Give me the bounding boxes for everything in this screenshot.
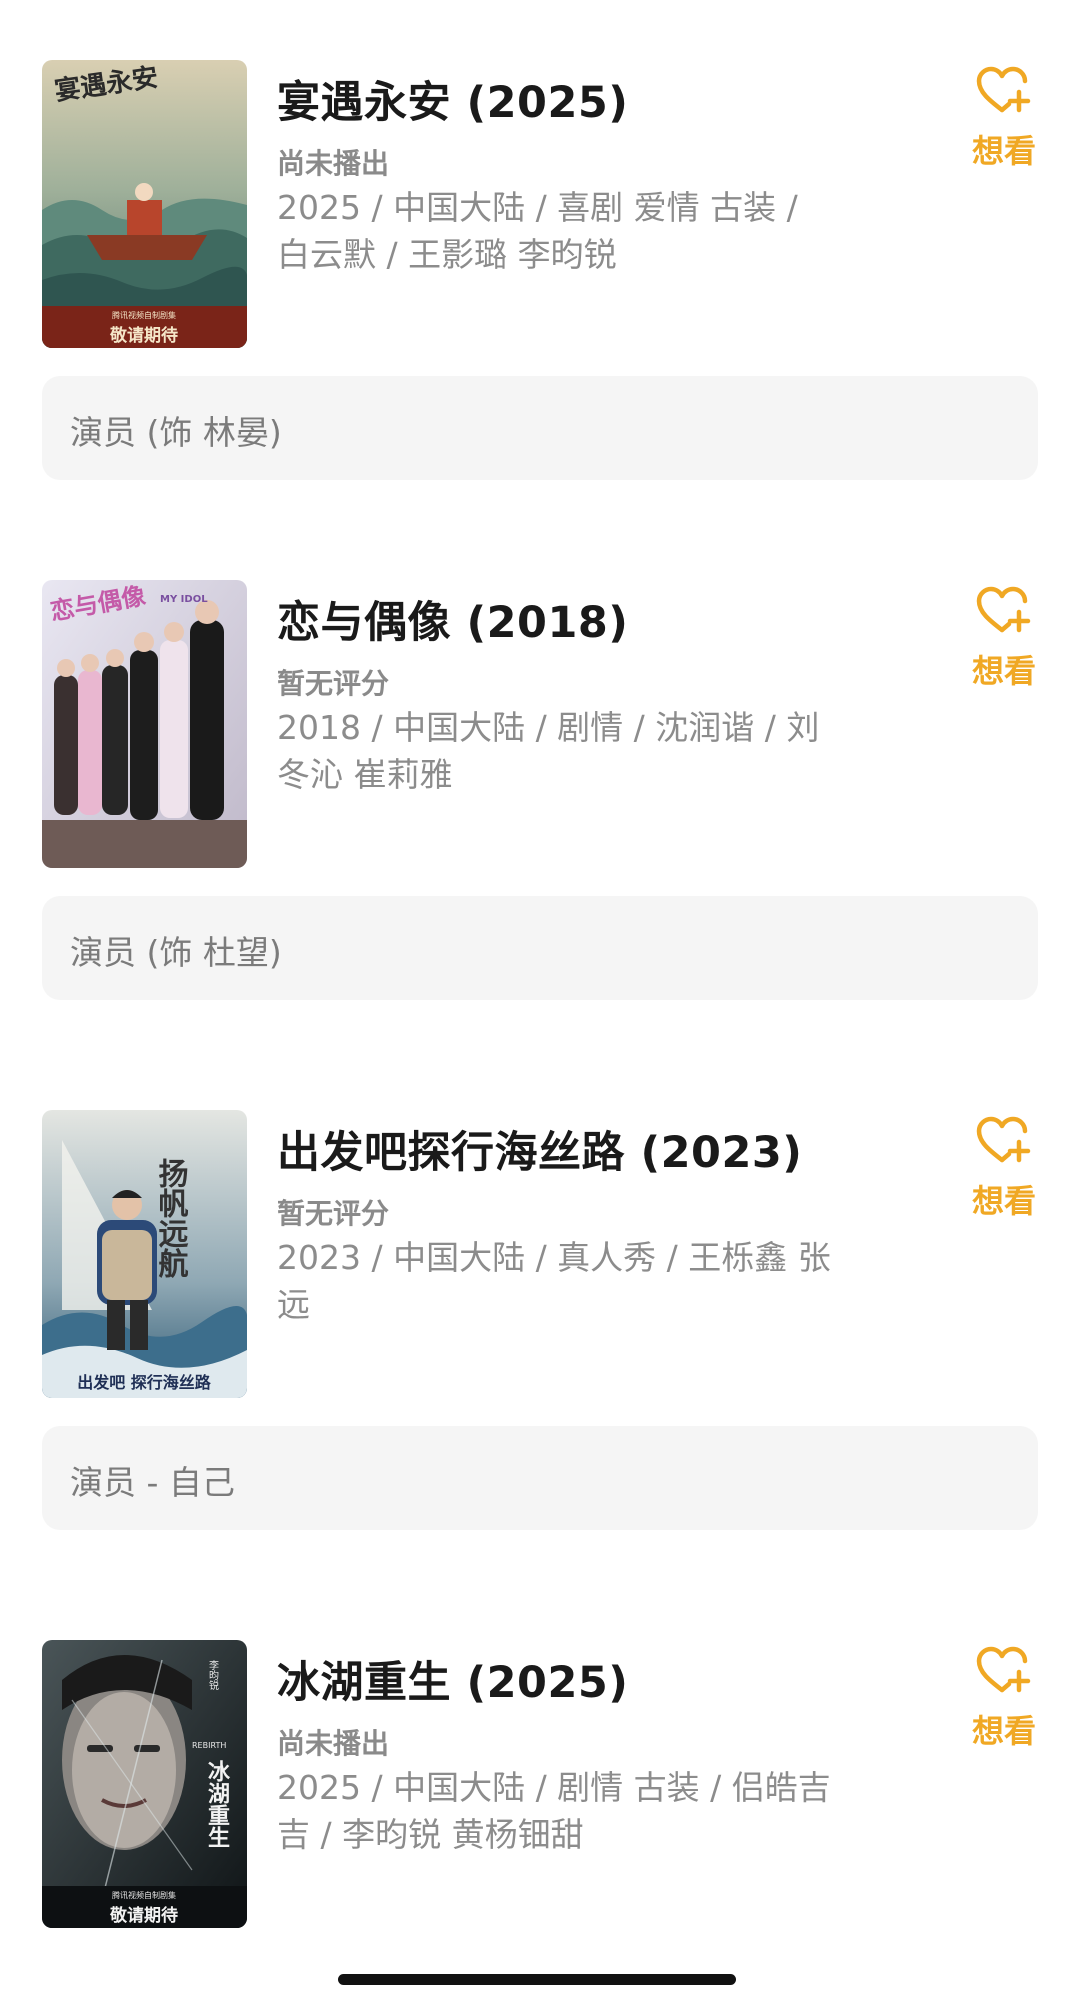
movie-title[interactable]: 冰湖重生 (2025) [277, 1648, 917, 1710]
heart-plus-icon [976, 1116, 1031, 1163]
role-box[interactable]: 演员 (饰 林晏) [42, 376, 1038, 480]
want-label: 想看 [971, 652, 1036, 690]
poster-calligraphy: 冰湖重生 [204, 1760, 230, 1848]
rating-status: 尚未播出 [277, 147, 390, 180]
poster-latin: REBIRTH [192, 1741, 226, 1750]
movie-title[interactable]: 宴遇永安 (2025) [277, 68, 917, 130]
role-text: 演员 (饰 杜望) [70, 933, 282, 972]
poster-caption: 敬请期待 [109, 325, 178, 346]
movie-meta: 2025 / 中国大陆 / 喜剧 爱情 古装 / 白云默 / 王影璐 李昀锐 [277, 188, 798, 274]
poster-caption: 敬请期待 [109, 1905, 178, 1926]
heart-plus-icon [976, 1646, 1031, 1693]
poster-small-caption: 腾讯视频自制剧集 [112, 1890, 176, 1900]
want-to-watch-button[interactable]: 想看 [962, 586, 1046, 692]
movie-title[interactable]: 出发吧探行海丝路 (2023) [277, 1118, 917, 1180]
poster-corner-text: 李昀锐 [207, 1659, 219, 1691]
poster-small-caption: 腾讯视频自制剧集 [112, 310, 176, 320]
poster-small-caption: MY IDOL [160, 594, 208, 605]
rating-status: 尚未播出 [277, 1727, 390, 1760]
home-indicator[interactable] [338, 1974, 736, 1985]
want-label: 想看 [971, 1712, 1036, 1750]
rating-status: 暂无评分 [277, 667, 390, 700]
movie-meta: 2023 / 中国大陆 / 真人秀 / 王栎鑫 张远 [277, 1238, 831, 1324]
want-label: 想看 [971, 132, 1036, 170]
movie-meta: 2018 / 中国大陆 / 剧情 / 沈润谐 / 刘冬沁 崔莉雅 [277, 708, 820, 794]
poster-bottom-text: 出发吧 探行海丝路 [77, 1373, 212, 1392]
want-label: 想看 [971, 1182, 1036, 1220]
poster-image[interactable]: 扬帆远航 出发吧 探行海丝路 [42, 1110, 247, 1398]
heart-plus-icon [976, 586, 1031, 633]
poster-image[interactable]: 宴遇永安 腾讯视频自制剧集 敬请期待 [42, 60, 247, 348]
want-to-watch-button[interactable]: 想看 [962, 1646, 1046, 1752]
rating-status: 暂无评分 [277, 1197, 390, 1230]
role-text: 演员 - 自己 [70, 1463, 235, 1502]
heart-plus-icon [976, 66, 1031, 113]
poster-image[interactable]: 恋与偶像 MY IDOL [42, 580, 247, 868]
role-box[interactable]: 演员 (饰 杜望) [42, 896, 1038, 1000]
poster-calligraphy: 扬帆远航 [153, 1158, 189, 1279]
role-box[interactable]: 演员 - 自己 [42, 1426, 1038, 1530]
want-to-watch-button[interactable]: 想看 [962, 66, 1046, 172]
role-text: 演员 (饰 林晏) [70, 413, 282, 452]
poster-image[interactable]: 李昀锐 REBIRTH 冰湖重生 腾讯视频自制剧集 敬请期待 [42, 1640, 247, 1928]
movie-meta: 2025 / 中国大陆 / 剧情 古装 / 侣皓吉吉 / 李昀锐 黄杨钿甜 [277, 1768, 831, 1854]
movie-title[interactable]: 恋与偶像 (2018) [277, 588, 917, 650]
want-to-watch-button[interactable]: 想看 [962, 1116, 1046, 1222]
